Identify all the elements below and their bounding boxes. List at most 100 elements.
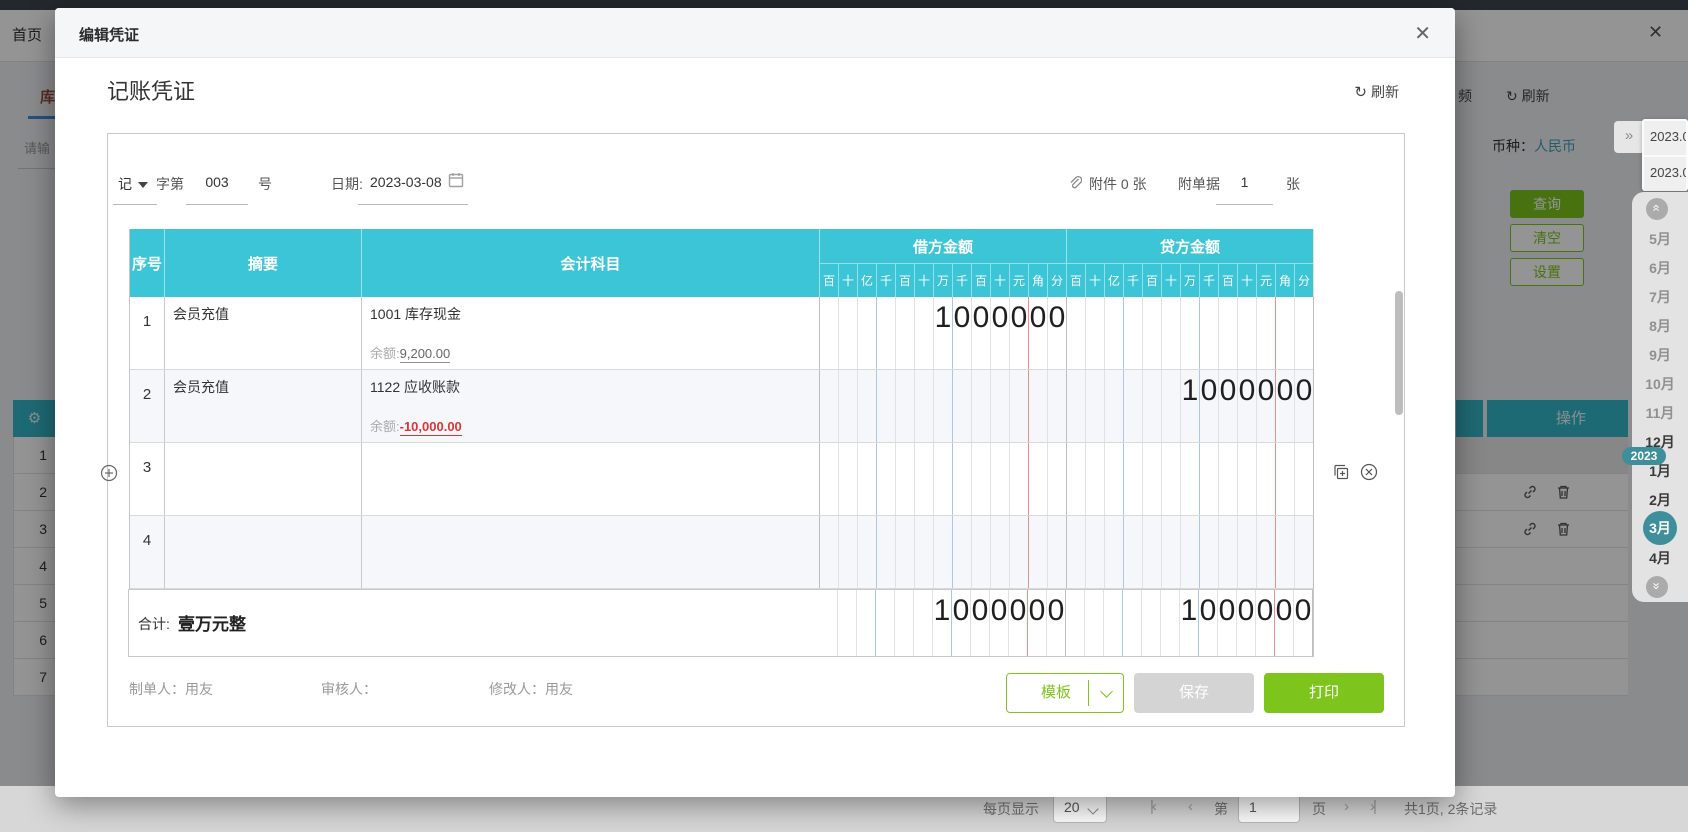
digit-cell[interactable]: 0 xyxy=(953,297,972,369)
digit-cell[interactable] xyxy=(1123,590,1142,656)
month-item[interactable]: 9月 xyxy=(1632,345,1688,365)
digit-cell[interactable]: 0 xyxy=(1047,590,1066,656)
digit-cell[interactable] xyxy=(1238,516,1257,588)
digit-cell[interactable] xyxy=(991,516,1010,588)
digit-cell[interactable] xyxy=(1029,370,1048,442)
calendar-icon[interactable] xyxy=(448,172,464,188)
page-input[interactable]: 1 xyxy=(1238,793,1300,823)
digit-cell[interactable] xyxy=(1200,443,1219,515)
digit-cell[interactable] xyxy=(1200,297,1219,369)
row-summary-cell[interactable] xyxy=(165,443,362,515)
scroll-up-icon[interactable]: « xyxy=(1646,198,1668,220)
digit-cell[interactable] xyxy=(1124,370,1143,442)
digit-cell[interactable] xyxy=(820,297,839,369)
digit-cell[interactable] xyxy=(1029,516,1048,588)
add-row-icon[interactable] xyxy=(100,464,118,482)
digit-cell[interactable] xyxy=(972,370,991,442)
digit-cell[interactable] xyxy=(839,297,858,369)
digit-cell[interactable]: 0 xyxy=(1200,370,1219,442)
digit-cell[interactable] xyxy=(1067,370,1086,442)
template-button[interactable]: 模板 xyxy=(1006,673,1124,713)
digit-cell[interactable] xyxy=(1010,443,1029,515)
digit-cell[interactable] xyxy=(1086,370,1105,442)
digit-cell[interactable] xyxy=(1276,516,1295,588)
digit-cell[interactable] xyxy=(1219,443,1238,515)
digit-cell[interactable] xyxy=(1238,297,1257,369)
month-item[interactable]: 6月 xyxy=(1632,258,1688,278)
digit-cell[interactable] xyxy=(1143,516,1162,588)
digit-cell[interactable]: 1 xyxy=(933,590,952,656)
month-item[interactable]: 11月 xyxy=(1632,403,1688,423)
digit-cell[interactable]: 0 xyxy=(991,297,1010,369)
digit-cell[interactable] xyxy=(1181,516,1200,588)
digit-cell[interactable] xyxy=(1104,590,1123,656)
digit-cell[interactable] xyxy=(914,590,933,656)
digit-cell[interactable] xyxy=(896,516,915,588)
digit-cell[interactable] xyxy=(1086,516,1105,588)
digit-cell[interactable] xyxy=(972,516,991,588)
digit-cell[interactable] xyxy=(1143,297,1162,369)
digit-cell[interactable] xyxy=(1143,443,1162,515)
month-item[interactable]: 5月 xyxy=(1632,229,1688,249)
digit-cell[interactable] xyxy=(915,443,934,515)
digit-cell[interactable]: 0 xyxy=(971,590,990,656)
digit-cell[interactable]: 0 xyxy=(1257,370,1276,442)
digit-cell[interactable] xyxy=(877,516,896,588)
digit-cell[interactable] xyxy=(953,443,972,515)
digit-cell[interactable] xyxy=(877,297,896,369)
digit-cell[interactable] xyxy=(1181,297,1200,369)
digit-cell[interactable] xyxy=(934,516,953,588)
digit-cell[interactable] xyxy=(1010,516,1029,588)
month-item[interactable]: 4月 xyxy=(1632,548,1688,568)
digit-cell[interactable]: 0 xyxy=(1199,590,1218,656)
digit-cell[interactable]: 0 xyxy=(1256,590,1275,656)
digit-cell[interactable] xyxy=(1162,370,1181,442)
digit-cell[interactable] xyxy=(953,370,972,442)
digit-cell[interactable]: 0 xyxy=(1275,590,1294,656)
digit-cell[interactable] xyxy=(1295,297,1314,369)
digit-cell[interactable]: 0 xyxy=(1009,590,1028,656)
digit-cell[interactable] xyxy=(1257,443,1276,515)
receipts-input[interactable]: 1 xyxy=(1216,174,1273,190)
digit-cell[interactable] xyxy=(857,590,876,656)
digit-cell[interactable] xyxy=(1276,443,1295,515)
digit-cell[interactable] xyxy=(1067,297,1086,369)
digit-cell[interactable] xyxy=(1124,443,1143,515)
row-summary-cell[interactable]: 会员充值 xyxy=(165,297,362,369)
digit-cell[interactable] xyxy=(1162,297,1181,369)
digit-cell[interactable] xyxy=(1142,590,1161,656)
prev-page-icon[interactable]: ‹ xyxy=(1188,798,1193,815)
digit-cell[interactable]: 1 xyxy=(1181,370,1200,442)
digit-cell[interactable] xyxy=(1276,297,1295,369)
digit-cell[interactable]: 0 xyxy=(1218,590,1237,656)
digit-cell[interactable]: 0 xyxy=(990,590,1009,656)
digit-cell[interactable] xyxy=(1048,516,1067,588)
digit-cell[interactable] xyxy=(1086,443,1105,515)
digit-cell[interactable] xyxy=(896,443,915,515)
digit-cell[interactable] xyxy=(1200,516,1219,588)
digit-cell[interactable] xyxy=(934,443,953,515)
digit-cell[interactable] xyxy=(839,443,858,515)
digit-cell[interactable] xyxy=(820,443,839,515)
digit-cell[interactable]: 0 xyxy=(1238,370,1257,442)
row-summary-cell[interactable]: 会员充值 xyxy=(165,370,362,442)
digit-cell[interactable] xyxy=(1162,443,1181,515)
voucher-number-input[interactable]: 003 xyxy=(186,174,248,190)
delete-row-icon[interactable] xyxy=(1360,463,1378,481)
digit-cell[interactable] xyxy=(1010,370,1029,442)
digit-cell[interactable]: 0 xyxy=(972,297,991,369)
digit-cell[interactable] xyxy=(972,443,991,515)
digit-cell[interactable]: 0 xyxy=(1219,370,1238,442)
digit-cell[interactable] xyxy=(858,370,877,442)
close-icon[interactable]: ✕ xyxy=(1414,21,1431,46)
digit-cell[interactable] xyxy=(1162,516,1181,588)
digit-cell[interactable]: 1 xyxy=(1180,590,1199,656)
digit-cell[interactable] xyxy=(1067,443,1086,515)
month-item[interactable]: 2月 xyxy=(1632,490,1688,510)
digit-cell[interactable] xyxy=(1219,297,1238,369)
digit-cell[interactable]: 1 xyxy=(934,297,953,369)
per-page-select[interactable]: 20 xyxy=(1053,793,1107,823)
print-button[interactable]: 打印 xyxy=(1264,673,1384,713)
first-page-icon[interactable]: |‹ xyxy=(1150,798,1157,815)
digit-cell[interactable] xyxy=(839,516,858,588)
